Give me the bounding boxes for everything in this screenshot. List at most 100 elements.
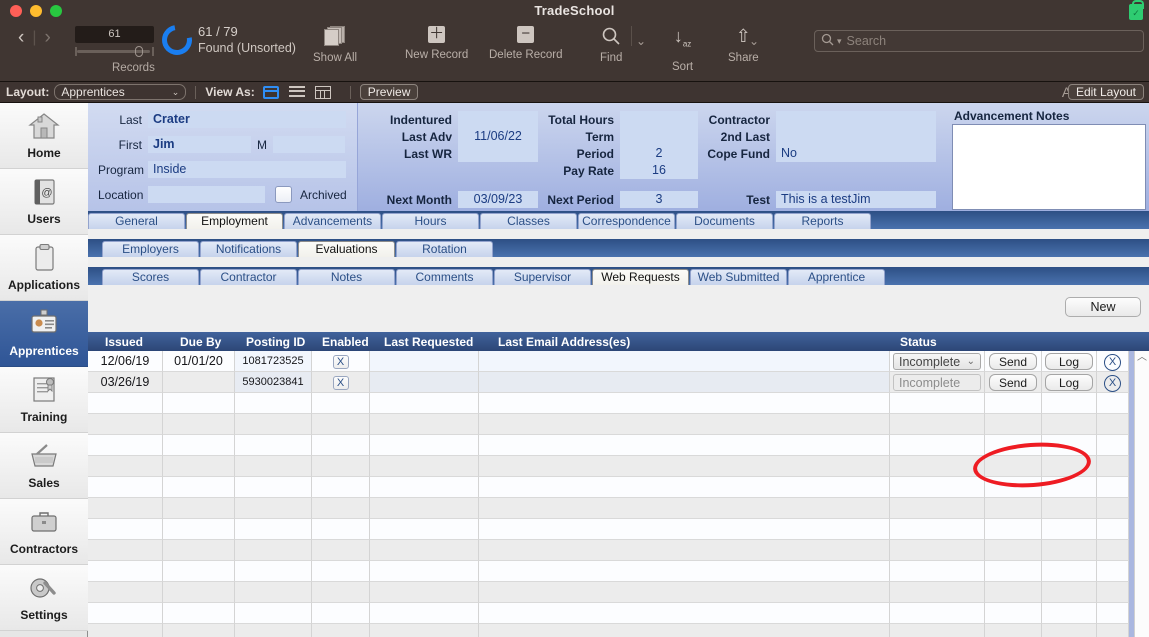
tab-general[interactable]: General (88, 213, 185, 229)
cell-empty[interactable] (1097, 393, 1129, 414)
cell-empty[interactable] (479, 561, 890, 582)
record-number-field[interactable]: 61 (75, 26, 154, 43)
table-row-empty[interactable] (88, 540, 1149, 561)
second-last-value[interactable] (776, 128, 936, 145)
cell-empty[interactable] (479, 435, 890, 456)
cell-empty[interactable] (312, 624, 370, 637)
table-row-empty[interactable] (88, 519, 1149, 540)
cell-empty[interactable] (235, 540, 312, 561)
cell-empty[interactable] (88, 603, 163, 624)
sidebar-item-contractors[interactable]: Contractors (0, 499, 88, 565)
cell-empty[interactable] (370, 561, 479, 582)
search-chevron-down-icon[interactable]: ▾ (837, 36, 842, 47)
cell-empty[interactable] (370, 540, 479, 561)
cell-empty[interactable] (312, 582, 370, 603)
edit-layout-button[interactable]: Edit Layout (1067, 84, 1144, 100)
cell-empty[interactable] (985, 456, 1042, 477)
cell-empty[interactable] (985, 582, 1042, 603)
cell-empty[interactable] (985, 561, 1042, 582)
cell-empty[interactable] (88, 624, 163, 637)
tab-documents[interactable]: Documents (676, 213, 773, 229)
cell-empty[interactable] (1097, 498, 1129, 519)
cell-delete[interactable]: X (1097, 351, 1129, 372)
cell-empty[interactable] (312, 519, 370, 540)
cell-empty[interactable] (163, 603, 235, 624)
column-header-last-requested[interactable]: Last Requested (384, 335, 473, 349)
table-row[interactable]: 12/06/19 01/01/20 1081723525 X Incomplet… (88, 351, 1149, 372)
delete-row-button[interactable]: X (1104, 375, 1121, 392)
cell-empty[interactable] (1042, 456, 1097, 477)
find-button[interactable]: Find (600, 26, 622, 64)
cell-empty[interactable] (235, 435, 312, 456)
cell-empty[interactable] (985, 498, 1042, 519)
cell-empty[interactable] (890, 540, 985, 561)
location-value[interactable] (148, 186, 265, 203)
sidebar-item-sales[interactable]: Sales (0, 433, 88, 499)
sidebar-item-apprentices[interactable]: Apprentices (0, 301, 88, 367)
tab-employers[interactable]: Employers (102, 241, 199, 257)
cell-empty[interactable] (312, 435, 370, 456)
sidebar-item-home[interactable]: Home (0, 103, 88, 169)
cell-empty[interactable] (88, 435, 163, 456)
middle-value[interactable] (273, 136, 345, 153)
column-header-status[interactable]: Status (900, 335, 937, 349)
cell-empty[interactable] (235, 414, 312, 435)
cell-empty[interactable] (235, 561, 312, 582)
cell-empty[interactable] (1042, 624, 1097, 637)
cell-due-by[interactable]: 01/01/20 (163, 351, 235, 372)
cell-empty[interactable] (312, 603, 370, 624)
cell-empty[interactable] (479, 477, 890, 498)
enabled-toggle-button[interactable]: X (332, 355, 349, 369)
tab-reports[interactable]: Reports (774, 213, 871, 229)
table-row-empty[interactable] (88, 435, 1149, 456)
cell-empty[interactable] (370, 498, 479, 519)
cell-last-requested[interactable] (370, 372, 479, 393)
cell-send[interactable]: Send (985, 351, 1042, 372)
cell-empty[interactable] (1097, 456, 1129, 477)
tab-web-requests[interactable]: Web Requests (592, 269, 689, 285)
cell-empty[interactable] (235, 519, 312, 540)
column-header-issued[interactable]: Issued (105, 335, 143, 349)
sort-button[interactable]: ↓az Sort (672, 26, 693, 72)
cell-empty[interactable] (1097, 477, 1129, 498)
cell-empty[interactable] (1097, 435, 1129, 456)
cell-empty[interactable] (1042, 603, 1097, 624)
cell-empty[interactable] (890, 519, 985, 540)
cell-empty[interactable] (985, 540, 1042, 561)
archived-checkbox[interactable] (275, 186, 292, 203)
table-row-empty[interactable] (88, 456, 1149, 477)
cell-empty[interactable] (370, 624, 479, 637)
program-value[interactable]: Inside (148, 161, 346, 178)
column-header-enabled[interactable]: Enabled (322, 335, 369, 349)
cell-empty[interactable] (1097, 561, 1129, 582)
cell-enabled[interactable]: X (312, 372, 370, 393)
table-row-empty[interactable] (88, 624, 1149, 637)
sidebar-item-applications[interactable]: Applications (0, 235, 88, 301)
search-input[interactable] (844, 33, 1137, 49)
status-dropdown[interactable]: Incomplete ⌄ (893, 353, 981, 370)
cell-empty[interactable] (163, 540, 235, 561)
cell-empty[interactable] (370, 477, 479, 498)
next-record-button[interactable]: › (44, 28, 50, 47)
cell-empty[interactable] (890, 582, 985, 603)
send-button[interactable]: Send (989, 374, 1037, 391)
tab-hours[interactable]: Hours (382, 213, 479, 229)
cell-empty[interactable] (1042, 540, 1097, 561)
table-row-empty[interactable] (88, 393, 1149, 414)
cell-empty[interactable] (370, 456, 479, 477)
new-record-button[interactable]: ＋ New Record (405, 26, 468, 62)
table-row-empty[interactable] (88, 582, 1149, 603)
tab-advancements[interactable]: Advancements (284, 213, 381, 229)
preview-button[interactable]: Preview (359, 84, 419, 100)
send-button[interactable]: Send (989, 353, 1037, 370)
tab-supervisor[interactable]: Supervisor (494, 269, 591, 285)
cell-empty[interactable] (1097, 624, 1129, 637)
layout-select[interactable]: Apprentices ⌄ (54, 84, 187, 100)
column-header-posting-id[interactable]: Posting ID (246, 335, 305, 349)
cell-empty[interactable] (1042, 582, 1097, 603)
cell-empty[interactable] (1097, 540, 1129, 561)
table-scrollbar[interactable]: ︿ (1134, 351, 1149, 637)
cell-empty[interactable] (312, 393, 370, 414)
last-wr-value[interactable] (458, 145, 538, 162)
cell-empty[interactable] (163, 582, 235, 603)
